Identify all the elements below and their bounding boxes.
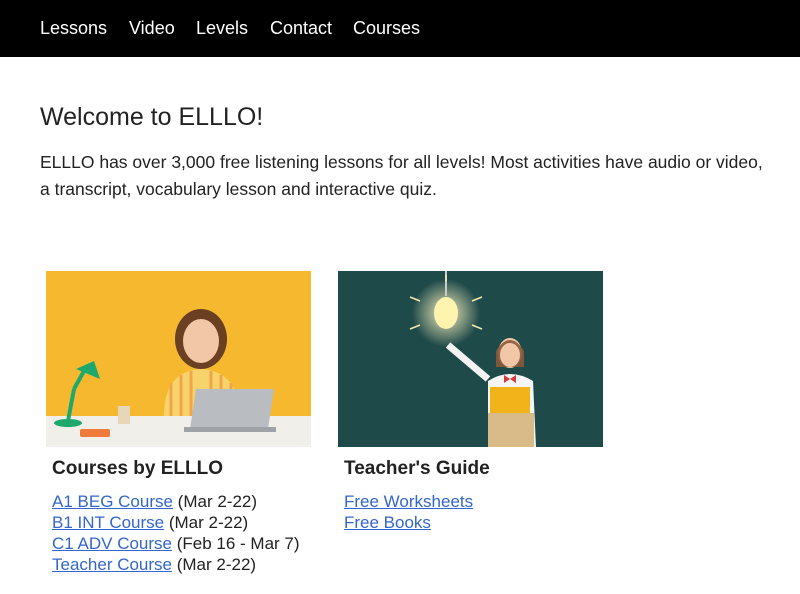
courses-card: Courses by ELLLO A1 BEG Course (Mar 2-22… [46, 271, 312, 575]
intro-paragraph: ELLLO has over 3,000 free listening less… [40, 152, 763, 199]
course-item: B1 INT Course (Mar 2-22) [52, 512, 312, 533]
woman-laptop-illustration [46, 271, 311, 447]
course-item: C1 ADV Course (Feb 16 - Mar 7) [52, 533, 312, 554]
teachers-guide-card: Teacher's Guide Free Worksheets Free Boo… [338, 271, 604, 533]
free-worksheets-link[interactable]: Free Worksheets [344, 492, 473, 511]
nav-lessons[interactable]: Lessons [40, 18, 107, 39]
nav-courses[interactable]: Courses [353, 18, 420, 39]
nav-levels[interactable]: Levels [196, 18, 248, 39]
free-books-link[interactable]: Free Books [344, 513, 431, 532]
courses-link-list: A1 BEG Course (Mar 2-22) B1 INT Course (… [52, 491, 312, 575]
course-dates: (Mar 2-22) [164, 513, 249, 532]
c1-adv-course-link[interactable]: C1 ADV Course [52, 534, 172, 553]
guide-item: Free Worksheets [344, 491, 604, 512]
teacher-lightbulb-illustration [338, 271, 603, 447]
course-dates: (Mar 2-22) [172, 555, 257, 574]
teacher-lightbulb-photo[interactable] [338, 271, 603, 447]
nav-video[interactable]: Video [129, 18, 175, 39]
course-dates: (Mar 2-22) [172, 492, 258, 511]
page-title: Welcome to ELLLO! [40, 103, 264, 131]
teacher-course-link[interactable]: Teacher Course [52, 555, 172, 574]
a1-beg-course-link[interactable]: A1 BEG Course [52, 492, 173, 511]
teachers-guide-link-list: Free Worksheets Free Books [344, 491, 604, 533]
woman-laptop-photo[interactable] [46, 271, 311, 447]
top-navigation-bar: Lessons Video Levels Contact Courses [0, 0, 800, 57]
guide-item: Free Books [344, 512, 604, 533]
course-item: A1 BEG Course (Mar 2-22) [52, 491, 312, 512]
course-dates: (Feb 16 - Mar 7) [172, 534, 300, 553]
teachers-guide-title: Teacher's Guide [344, 458, 490, 479]
courses-card-title: Courses by ELLLO [52, 458, 224, 479]
course-item: Teacher Course (Mar 2-22) [52, 554, 312, 575]
nav-contact[interactable]: Contact [270, 18, 332, 39]
b1-int-course-link[interactable]: B1 INT Course [52, 513, 164, 532]
